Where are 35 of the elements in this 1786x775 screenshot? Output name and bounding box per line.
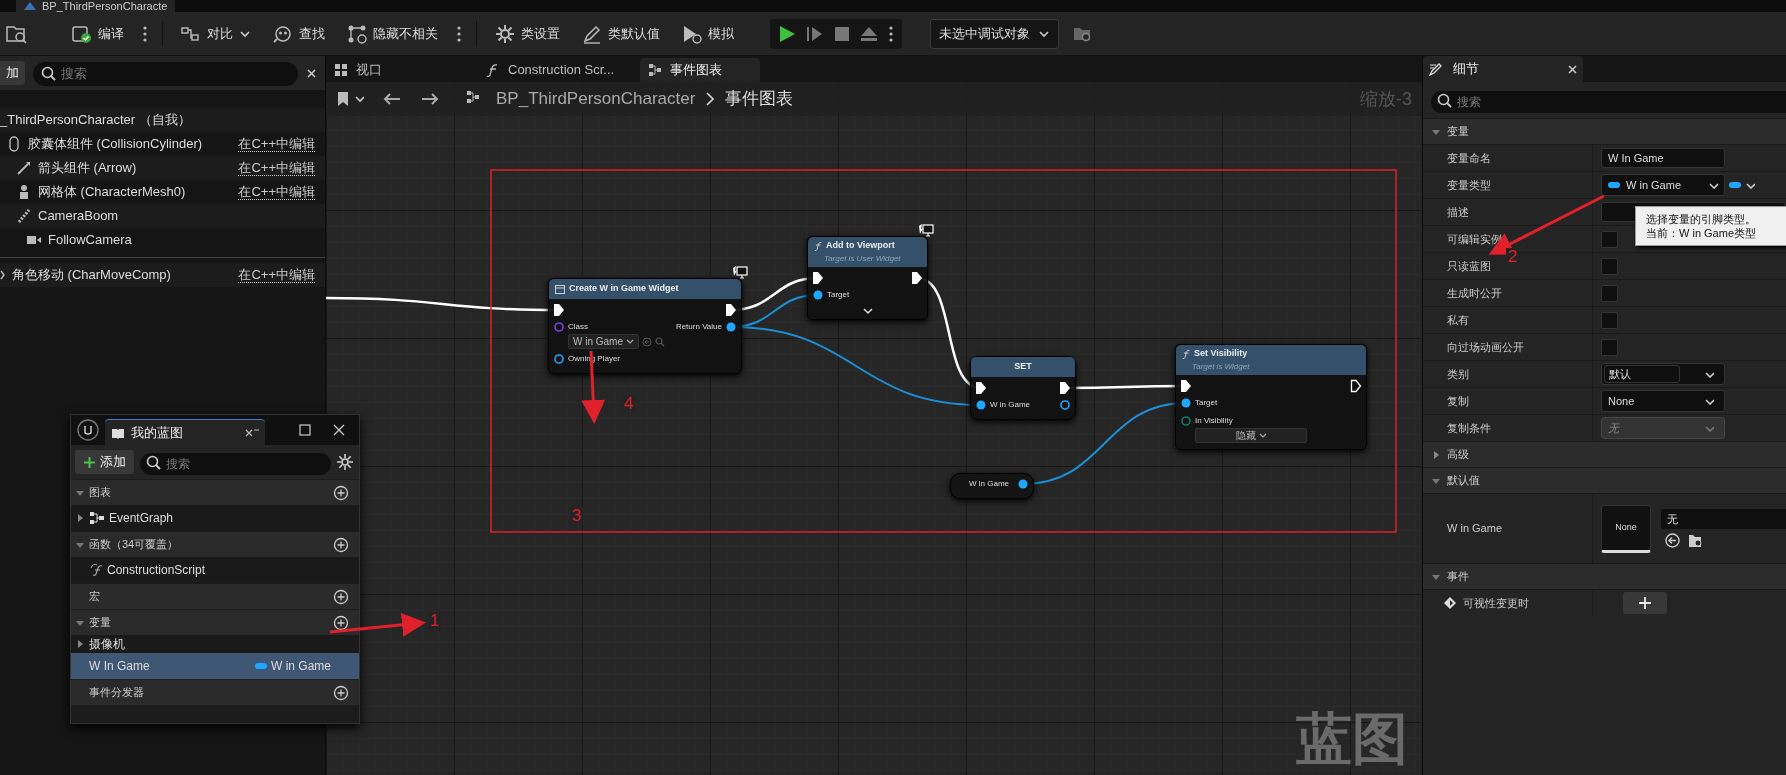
- property-label: 私有: [1447, 312, 1469, 328]
- node-title: SET: [1014, 360, 1032, 374]
- tooltip-text: 当前：W in Game类型: [1646, 226, 1757, 240]
- graph-type-label: 蓝图: [1296, 711, 1408, 767]
- node-title: Set Visibility: [1194, 347, 1248, 361]
- tab-label: 细节: [1453, 60, 1480, 79]
- annotation-number: 2: [1506, 248, 1520, 265]
- node-subtitle: Target is User Widget: [823, 252, 902, 265]
- variable-type: W in Game: [271, 658, 331, 675]
- property-label: W in Game: [1447, 521, 1502, 537]
- pin-label: Target: [827, 289, 850, 301]
- window-title: 我的蓝图: [131, 423, 184, 442]
- tooltip-text: 选择变量的引脚类型。: [1646, 212, 1757, 226]
- property-label: 复制条件: [1447, 420, 1491, 436]
- pin-label: Class: [568, 321, 589, 333]
- property-label: 类别: [1447, 366, 1469, 382]
- annotation-number: 3: [570, 507, 584, 524]
- pin-label: Return Value: [675, 321, 722, 333]
- node-subtitle: Target is Widget: [1191, 360, 1251, 373]
- property-label: 变量命名: [1447, 150, 1491, 166]
- property-label: 只读蓝图: [1447, 258, 1491, 274]
- property-label: 可视性变更时: [1463, 595, 1529, 611]
- property-label: 复制: [1447, 393, 1469, 409]
- variable-name: W in Game: [968, 478, 1009, 490]
- pin-label: In Visibility: [1195, 415, 1234, 427]
- property-label: 生成时公开: [1447, 285, 1502, 301]
- property-label: 向过场动画公开: [1447, 339, 1524, 355]
- node-title: Add to Viewport: [826, 239, 895, 253]
- property-label: 变量类型: [1447, 177, 1491, 193]
- pin-label: W in Game: [990, 399, 1030, 411]
- property-label: 描述: [1447, 204, 1469, 220]
- pin-label: Target: [1195, 397, 1218, 409]
- annotation-number: 4: [622, 395, 636, 412]
- annotation-number: 1: [428, 612, 442, 629]
- node-title: Create W in Game Widget: [569, 282, 679, 296]
